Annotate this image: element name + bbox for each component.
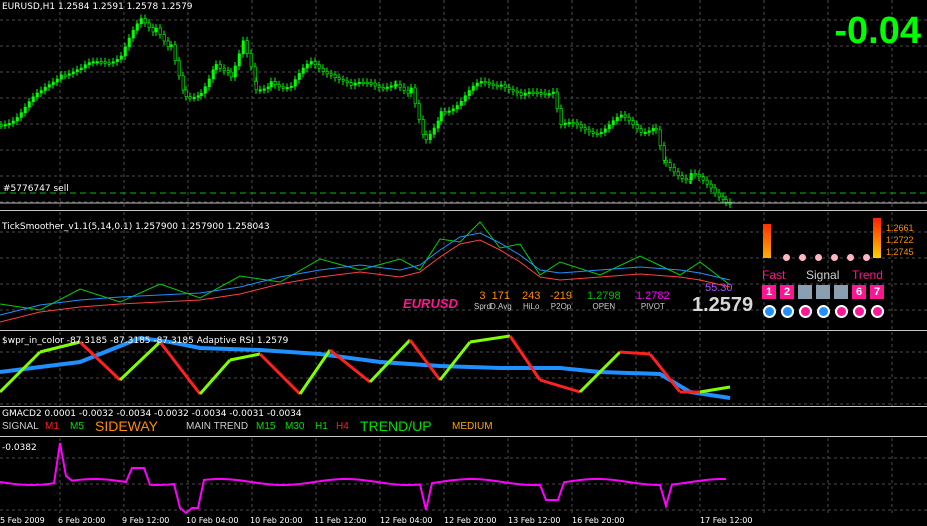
percent-value: 55.30 [705, 282, 733, 294]
signal-circle [763, 305, 776, 318]
fast-gauge [763, 224, 771, 258]
timeframe-square[interactable] [798, 285, 812, 299]
signal-circle [799, 305, 812, 318]
signal-circle [835, 305, 848, 318]
time-tick: 10 Feb 20:00 [250, 516, 303, 525]
main-tf-m30: M30 [285, 421, 305, 432]
stat-spread: 3 Sprd [474, 290, 491, 311]
pane-separator[interactable] [0, 210, 927, 211]
stat-daily-avg: 171 D.Avg [490, 290, 512, 311]
current-price: 1.2579 [692, 294, 754, 316]
pane-separator[interactable] [0, 330, 927, 331]
time-axis: 5 Feb 2009 6 Feb 20:00 9 Feb 12:00 10 Feb 0… [0, 516, 927, 526]
signal-title: SIGNAL [2, 421, 39, 432]
time-tick: 6 Feb 20:00 [58, 516, 106, 525]
time-tick: 10 Feb 04:00 [186, 516, 239, 525]
fast-label: Fast [762, 268, 786, 282]
oscillator-line [0, 442, 727, 515]
signal-state: SIDEWAY [95, 418, 159, 434]
pane-separator[interactable] [0, 406, 927, 407]
pink-dot [783, 254, 790, 261]
signal-circle [853, 305, 866, 318]
timeframe-square[interactable] [834, 285, 848, 299]
level-list: 1.2661 1.2722 1.2745 [886, 223, 914, 257]
time-tick: 16 Feb 20:00 [572, 516, 625, 525]
time-tick: 11 Feb 12:00 [314, 516, 367, 525]
signal-tf-m5: M5 [70, 421, 84, 432]
trend-gauge [873, 218, 881, 258]
oscillator-pane[interactable]: -0.0382 [0, 438, 927, 516]
timeframe-square[interactable]: 6 [852, 285, 866, 299]
time-tick: 13 Feb 12:00 [508, 516, 561, 525]
pink-dot [831, 254, 838, 261]
time-tick: 12 Feb 04:00 [380, 516, 433, 525]
stat-open: 1.2798 OPEN [587, 290, 621, 311]
symbol-label: EURUSD [403, 296, 458, 311]
main-tf-h1: H1 [315, 421, 328, 432]
order-line [0, 192, 927, 204]
time-tick: 5 Feb 2009 [0, 516, 45, 525]
timeframe-square[interactable]: 1 [762, 285, 776, 299]
ticksmoother-pane[interactable]: TickSmoother_v1.1(5,14,0.1) 1.257900 1.2… [0, 212, 927, 330]
wpr-pane[interactable]: $wpr_in_color -87.3185 -87.3185 -87.3185… [0, 332, 927, 406]
signal-label: Signal [806, 268, 840, 282]
stat-p2op: -219 P2Op [550, 290, 573, 311]
signal-tf-m1: M1 [45, 421, 59, 432]
gmacd-pane[interactable]: GMACD2 0.0001 -0.0032 -0.0034 -0.0032 -0… [0, 408, 927, 436]
timeframe-square[interactable]: 2 [780, 285, 794, 299]
ticksmoother-header: TickSmoother_v1.1(5,14,0.1) 1.257900 1.2… [2, 222, 270, 232]
pane-separator[interactable] [0, 436, 927, 437]
signal-circle [781, 305, 794, 318]
pink-dot [815, 254, 822, 261]
price-chart-pane[interactable]: EURUSD,H1 1.2584 1.2591 1.2578 1.2579 #5… [0, 0, 927, 210]
timeframe-square[interactable]: 7 [870, 285, 884, 299]
main-trend-title: MAIN TREND [186, 421, 249, 432]
pink-dot [799, 254, 806, 261]
signal-circle [817, 305, 830, 318]
stat-pivot: 1.2782 PIVOT [636, 290, 670, 311]
time-tick: 12 Feb 20:00 [444, 516, 497, 525]
pink-dot [847, 254, 854, 261]
time-tick: 9 Feb 12:00 [122, 516, 170, 525]
main-tf-m15: M15 [256, 421, 276, 432]
main-state: TREND/UP [360, 418, 432, 434]
signal-circle [871, 305, 884, 318]
wpr-header: $wpr_in_color -87.3185 -87.3185 -87.3185… [2, 336, 289, 346]
stat-hilo: 243 HiLo [522, 290, 541, 311]
strength-label: MEDIUM [452, 421, 493, 432]
main-tf-h4: H4 [336, 421, 349, 432]
oscillator-value: -0.0382 [2, 443, 37, 453]
time-tick: 17 Feb 12:00 [700, 516, 753, 525]
timeframe-square[interactable] [816, 285, 830, 299]
trend-label: Trend [852, 268, 883, 282]
pink-dot [863, 254, 870, 261]
